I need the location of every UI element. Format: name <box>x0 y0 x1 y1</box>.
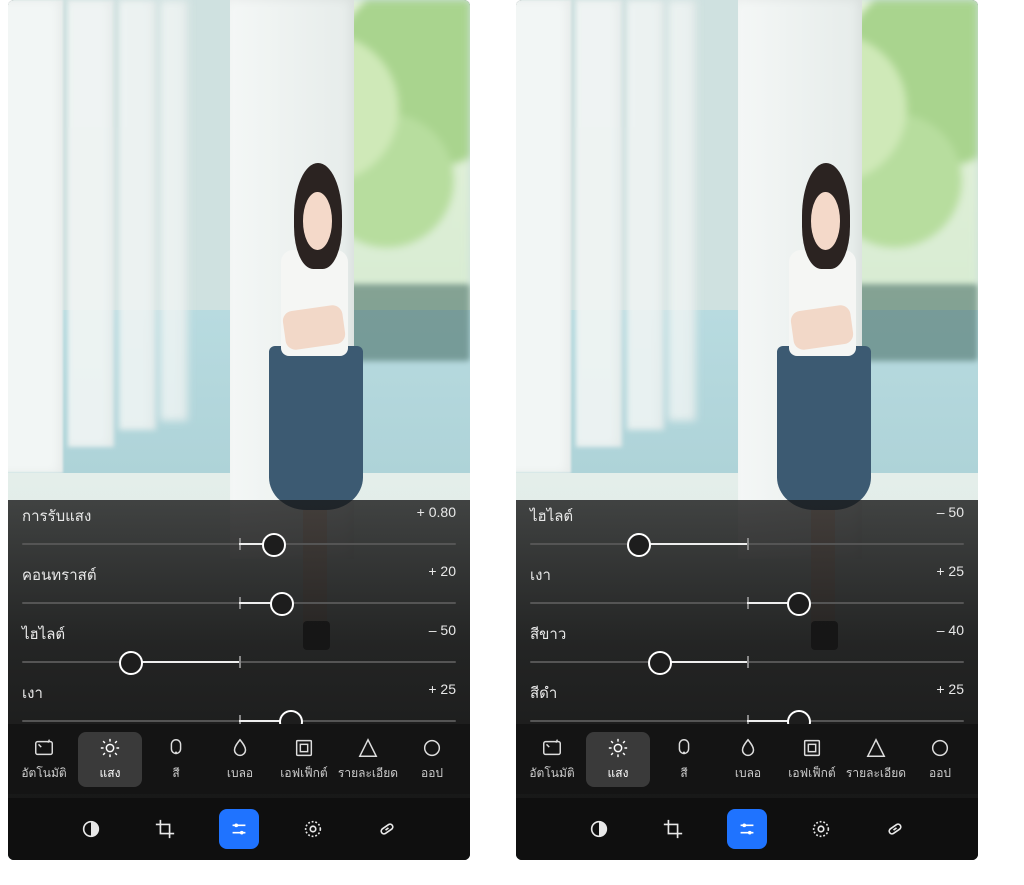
category-optics[interactable]: ออป <box>908 736 972 783</box>
slider-label: เงา <box>530 567 551 584</box>
slider-value: + 25 <box>936 681 964 697</box>
slider-track[interactable] <box>530 591 964 615</box>
slider-row: การรับแสง + 0.80 <box>8 500 470 559</box>
slider-label: สีขาว <box>530 626 566 643</box>
slider-value: + 20 <box>428 563 456 579</box>
optics-icon <box>400 736 464 760</box>
slider-thumb[interactable] <box>787 592 811 616</box>
editor-screen: ไฮไลต์ – 50 เงา + 25 สีขาว – 40 สีดำ + 2 <box>516 0 978 860</box>
category-strip[interactable]: อัตโนมัติ แสง สี เบลอ เอฟเฟ็กต์ รายละเอี… <box>516 724 978 794</box>
slider-value: + 25 <box>936 563 964 579</box>
slider-track[interactable] <box>530 532 964 556</box>
auto-icon <box>12 736 76 760</box>
tool-heal[interactable] <box>875 809 915 849</box>
light-icon <box>586 736 650 760</box>
blur-icon <box>208 736 272 760</box>
slider-value: + 25 <box>428 681 456 697</box>
slider-track[interactable] <box>22 591 456 615</box>
category-detail[interactable]: รายละเอียด <box>336 736 400 783</box>
color-icon <box>652 736 716 760</box>
category-label: อัตโนมัติ <box>520 764 584 783</box>
category-color[interactable]: สี <box>144 736 208 783</box>
category-strip[interactable]: อัตโนมัติ แสง สี เบลอ เอฟเฟ็กต์ รายละเอี… <box>8 724 470 794</box>
category-label: แสง <box>78 764 142 783</box>
slider-label: สีดำ <box>530 685 557 702</box>
slider-track[interactable] <box>530 650 964 674</box>
slider-thumb[interactable] <box>627 533 651 557</box>
tool-heal[interactable] <box>367 809 407 849</box>
slider-row: คอนทราสต์ + 20 <box>8 559 470 618</box>
category-label: เบลอ <box>208 764 272 783</box>
tool-mask[interactable] <box>293 809 333 849</box>
category-blur[interactable]: เบลอ <box>208 736 272 783</box>
bottom-toolbar <box>8 798 470 860</box>
category-label: สี <box>144 764 208 783</box>
category-color[interactable]: สี <box>652 736 716 783</box>
category-label: เบลอ <box>716 764 780 783</box>
category-effect[interactable]: เอฟเฟ็กต์ <box>272 736 336 783</box>
blur-icon <box>716 736 780 760</box>
category-label: อัตโนมัติ <box>12 764 76 783</box>
category-light[interactable]: แสง <box>586 732 650 787</box>
slider-track[interactable] <box>22 650 456 674</box>
category-auto[interactable]: อัตโนมัติ <box>520 736 584 783</box>
category-label: แสง <box>586 764 650 783</box>
slider-label: ไฮไลต์ <box>22 626 65 643</box>
color-icon <box>144 736 208 760</box>
category-label: สี <box>652 764 716 783</box>
slider-value: – 50 <box>937 504 964 520</box>
category-blur[interactable]: เบลอ <box>716 736 780 783</box>
slider-thumb[interactable] <box>262 533 286 557</box>
category-label: เอฟเฟ็กต์ <box>272 764 336 783</box>
auto-icon <box>520 736 584 760</box>
slider-label: เงา <box>22 685 43 702</box>
detail-icon <box>844 736 908 760</box>
category-label: รายละเอียด <box>844 764 908 783</box>
optics-icon <box>908 736 972 760</box>
slider-thumb[interactable] <box>270 592 294 616</box>
slider-row: ไฮไลต์ – 50 <box>8 618 470 677</box>
slider-label: ไฮไลต์ <box>530 508 573 525</box>
category-label: เอฟเฟ็กต์ <box>780 764 844 783</box>
effect-icon <box>272 736 336 760</box>
slider-label: การรับแสง <box>22 508 91 525</box>
category-label: ออป <box>908 764 972 783</box>
category-effect[interactable]: เอฟเฟ็กต์ <box>780 736 844 783</box>
slider-thumb[interactable] <box>648 651 672 675</box>
slider-value: – 50 <box>429 622 456 638</box>
adjustment-panel: ไฮไลต์ – 50 เงา + 25 สีขาว – 40 สีดำ + 2 <box>516 500 978 860</box>
tool-presets[interactable] <box>71 809 111 849</box>
category-label: ออป <box>400 764 464 783</box>
slider-row: ไฮไลต์ – 50 <box>516 500 978 559</box>
slider-value: + 0.80 <box>417 504 456 520</box>
slider-label: คอนทราสต์ <box>22 567 97 584</box>
tool-crop[interactable] <box>653 809 693 849</box>
slider-thumb[interactable] <box>119 651 143 675</box>
adjustment-panel: การรับแสง + 0.80 คอนทราสต์ + 20 ไฮไลต์ –… <box>8 500 470 860</box>
tool-mask[interactable] <box>801 809 841 849</box>
tool-adjust[interactable] <box>219 809 259 849</box>
slider-track[interactable] <box>22 532 456 556</box>
editor-screen: การรับแสง + 0.80 คอนทราสต์ + 20 ไฮไลต์ –… <box>8 0 470 860</box>
tool-presets[interactable] <box>579 809 619 849</box>
category-light[interactable]: แสง <box>78 732 142 787</box>
category-auto[interactable]: อัตโนมัติ <box>12 736 76 783</box>
category-optics[interactable]: ออป <box>400 736 464 783</box>
slider-row: สีขาว – 40 <box>516 618 978 677</box>
light-icon <box>78 736 142 760</box>
slider-value: – 40 <box>937 622 964 638</box>
bottom-toolbar <box>516 798 978 860</box>
tool-adjust[interactable] <box>727 809 767 849</box>
category-label: รายละเอียด <box>336 764 400 783</box>
detail-icon <box>336 736 400 760</box>
effect-icon <box>780 736 844 760</box>
tool-crop[interactable] <box>145 809 185 849</box>
category-detail[interactable]: รายละเอียด <box>844 736 908 783</box>
slider-row: เงา + 25 <box>516 559 978 618</box>
